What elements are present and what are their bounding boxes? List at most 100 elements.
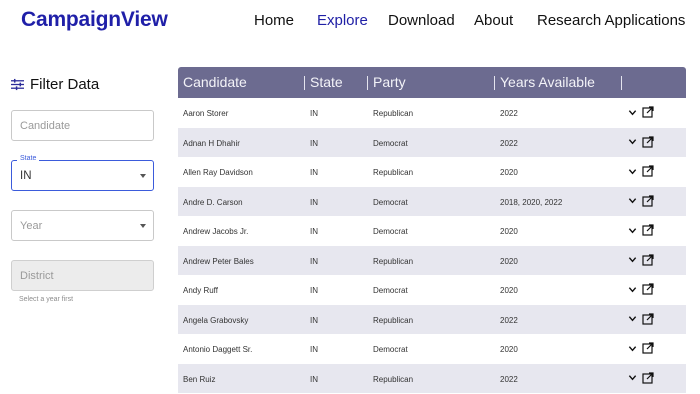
- table-row[interactable]: Adnan H Dhahir IN Democrat 2022: [178, 127, 686, 157]
- cell-years: 2022: [500, 138, 518, 148]
- column-divider: [367, 76, 368, 90]
- row-actions: [628, 224, 654, 236]
- cell-years: 2022: [500, 374, 518, 384]
- table-row[interactable]: Ben Ruiz IN Republican 2022: [178, 363, 686, 393]
- table-row[interactable]: Allen Ray Davidson IN Republican 2020: [178, 157, 686, 187]
- row-actions: [628, 253, 654, 266]
- table-row[interactable]: Andrew Jacobs Jr. IN Democrat 2020: [178, 216, 686, 246]
- candidate-input[interactable]: Candidate: [11, 110, 154, 141]
- chevron-down-icon[interactable]: [628, 137, 637, 146]
- cell-state: IN: [310, 286, 318, 295]
- nav-about[interactable]: About: [474, 12, 513, 29]
- cell-candidate: Angela Grabovsky: [183, 315, 249, 325]
- state-label: State: [17, 155, 40, 162]
- open-external-icon[interactable]: [642, 165, 654, 177]
- row-actions: [628, 135, 654, 148]
- open-external-icon[interactable]: [642, 106, 654, 118]
- column-header-state[interactable]: State: [310, 74, 343, 90]
- cell-years: 2020: [500, 345, 518, 354]
- main-nav: Home Explore Download About Research App…: [0, 12, 700, 32]
- row-actions: [628, 106, 654, 118]
- open-external-icon[interactable]: [642, 194, 654, 207]
- chevron-down-icon[interactable]: [628, 226, 637, 235]
- cell-years: 2020: [500, 168, 518, 177]
- year-placeholder: Year: [20, 220, 43, 232]
- row-actions: [628, 342, 654, 354]
- table-row[interactable]: Antonio Daggett Sr. IN Democrat 2020: [178, 334, 686, 364]
- row-actions: [628, 312, 654, 325]
- state-value: IN: [20, 170, 32, 182]
- column-header-party[interactable]: Party: [373, 74, 406, 90]
- column-divider: [621, 76, 622, 90]
- cell-party: Republican: [373, 374, 414, 384]
- cell-party: Democrat: [373, 197, 408, 207]
- cell-candidate: Andrew Jacobs Jr.: [183, 227, 249, 236]
- table-row[interactable]: Andy Ruff IN Democrat 2020: [178, 275, 686, 305]
- chevron-down-icon[interactable]: [628, 314, 637, 323]
- cell-years: 2020: [500, 286, 518, 295]
- district-select: District: [11, 260, 154, 291]
- cell-state: IN: [310, 109, 318, 118]
- column-divider: [494, 76, 495, 90]
- year-select[interactable]: Year: [11, 210, 154, 241]
- chevron-down-icon[interactable]: [628, 285, 637, 294]
- cell-state: IN: [310, 315, 318, 325]
- nav-research-applications[interactable]: Research Applications: [537, 12, 685, 29]
- cell-years: 2020: [500, 256, 518, 266]
- cell-party: Republican: [373, 256, 414, 266]
- open-external-icon[interactable]: [642, 342, 654, 354]
- row-actions: [628, 165, 654, 177]
- district-helper-text: Select a year first: [19, 296, 74, 303]
- row-actions: [628, 283, 654, 295]
- cell-state: IN: [310, 197, 318, 207]
- table-header: Candidate State Party Years Available: [178, 67, 686, 98]
- cell-party: Democrat: [373, 138, 408, 148]
- cell-state: IN: [310, 138, 318, 148]
- state-select[interactable]: State IN: [11, 155, 154, 191]
- cell-state: IN: [310, 168, 318, 177]
- candidate-placeholder: Candidate: [20, 120, 71, 132]
- cell-candidate: Ben Ruiz: [183, 374, 216, 384]
- district-placeholder: District: [20, 270, 54, 282]
- table-row[interactable]: Andrew Peter Bales IN Republican 2020: [178, 245, 686, 275]
- table-row[interactable]: Angela Grabovsky IN Republican 2022: [178, 304, 686, 334]
- row-actions: [628, 371, 654, 384]
- chevron-down-icon[interactable]: [628, 344, 637, 353]
- cell-years: 2020: [500, 227, 518, 236]
- open-external-icon[interactable]: [642, 135, 654, 148]
- row-actions: [628, 194, 654, 207]
- table-row[interactable]: Andre D. Carson IN Democrat 2018, 2020, 202…: [178, 186, 686, 216]
- open-external-icon[interactable]: [642, 253, 654, 266]
- cell-party: Democrat: [373, 345, 408, 354]
- nav-download[interactable]: Download: [388, 12, 455, 29]
- open-external-icon[interactable]: [642, 283, 654, 295]
- candidate-table: Candidate State Party Years Available Aa…: [178, 67, 686, 394]
- open-external-icon[interactable]: [642, 371, 654, 384]
- cell-party: Democrat: [373, 286, 408, 295]
- cell-years: 2018, 2020, 2022: [500, 197, 563, 207]
- chevron-down-icon[interactable]: [628, 255, 637, 264]
- dropdown-caret-icon: [140, 224, 146, 228]
- cell-candidate: Andy Ruff: [183, 286, 218, 295]
- cell-state: IN: [310, 374, 318, 384]
- chevron-down-icon[interactable]: [628, 167, 637, 176]
- dropdown-caret-icon: [140, 174, 146, 178]
- table-row[interactable]: Aaron Storer IN Republican 2022: [178, 98, 686, 128]
- open-external-icon[interactable]: [642, 224, 654, 236]
- cell-candidate: Andrew Peter Bales: [183, 256, 254, 266]
- chevron-down-icon[interactable]: [628, 373, 637, 382]
- column-header-years[interactable]: Years Available: [500, 74, 595, 90]
- cell-party: Democrat: [373, 227, 408, 236]
- nav-explore[interactable]: Explore: [317, 12, 368, 29]
- cell-state: IN: [310, 256, 318, 266]
- cell-years: 2022: [500, 109, 518, 118]
- open-external-icon[interactable]: [642, 312, 654, 325]
- cell-candidate: Aaron Storer: [183, 109, 229, 118]
- filter-heading: Filter Data: [11, 76, 99, 93]
- nav-home[interactable]: Home: [254, 12, 294, 29]
- sliders-icon: [11, 78, 24, 91]
- chevron-down-icon[interactable]: [628, 196, 637, 205]
- cell-candidate: Antonio Daggett Sr.: [183, 345, 253, 354]
- chevron-down-icon[interactable]: [628, 108, 637, 117]
- column-header-candidate[interactable]: Candidate: [183, 74, 247, 90]
